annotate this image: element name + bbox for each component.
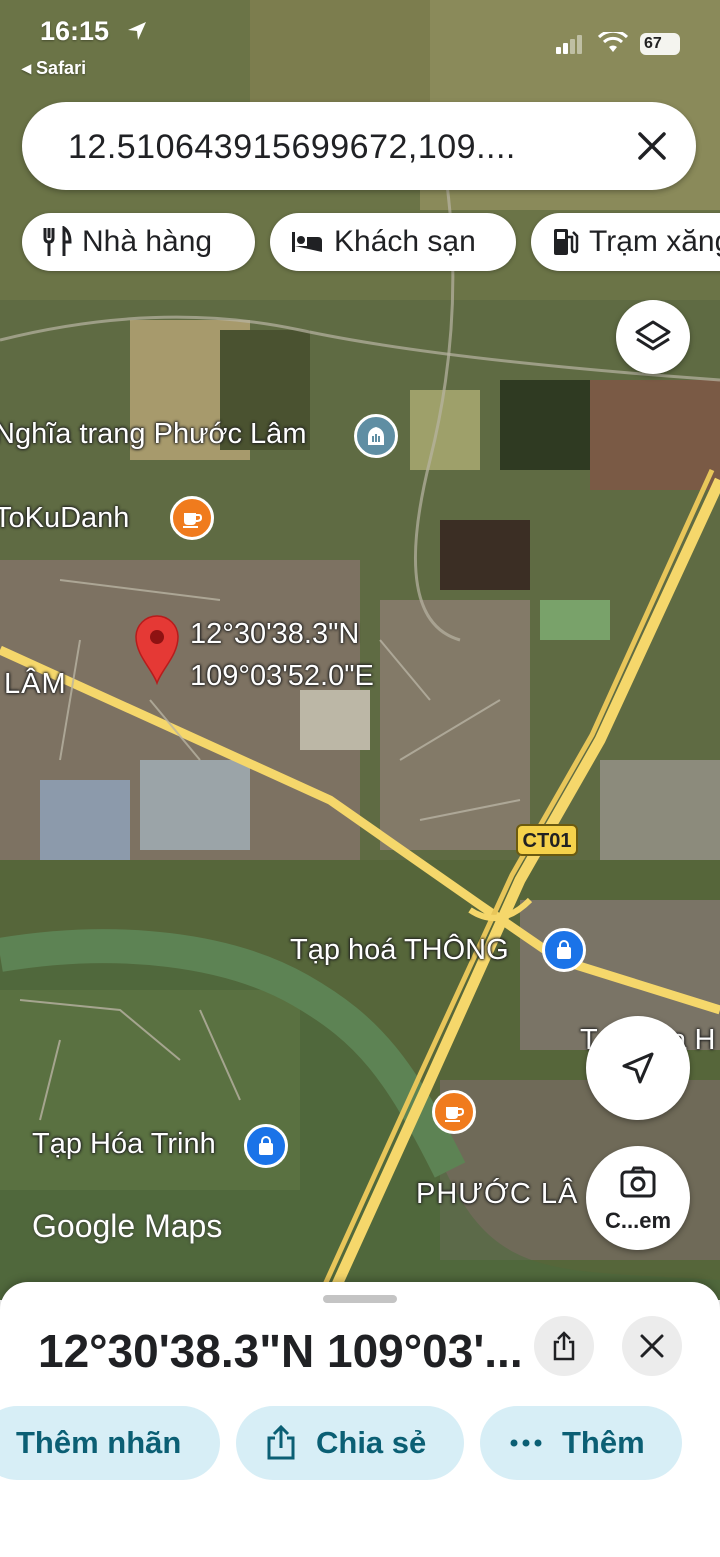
gas-station-icon [554, 229, 579, 255]
camera-icon [620, 1166, 656, 1198]
layers-icon [635, 320, 671, 351]
share-action-label: Chia sẻ [316, 1425, 427, 1460]
cemetery-poi-icon[interactable] [354, 414, 398, 458]
pin-latitude-label: 12°30'38.3"N [190, 618, 360, 650]
drag-handle[interactable] [323, 1295, 397, 1303]
label-cafe[interactable]: ToKuDanh [0, 502, 129, 535]
share-button[interactable] [534, 1316, 594, 1376]
chip-label: Khách sạn [334, 225, 476, 258]
back-app-label: Safari [36, 58, 87, 78]
chip-label: Nhà hàng [82, 225, 213, 258]
search-bar[interactable]: 12.510643915699672,109.... [22, 102, 696, 190]
share-icon [267, 1425, 295, 1460]
map-view[interactable]: 16:15 ◂ Safari 67 12.510643915699672,109… [0, 0, 720, 1300]
share-icon [553, 1331, 575, 1361]
label-shop-thong[interactable]: Tạp hoá THÔNG [290, 934, 509, 967]
more-icon [510, 1439, 542, 1447]
restaurant-icon [43, 226, 72, 256]
chip-gas-stations[interactable]: Trạm xăng [531, 213, 720, 271]
navigation-arrow-icon [622, 1052, 654, 1084]
more-label: Thêm [562, 1425, 645, 1460]
close-button[interactable] [622, 1316, 682, 1376]
label-area-left: LÂM [4, 668, 67, 700]
my-location-button[interactable] [586, 1016, 690, 1120]
cafe-poi-icon[interactable] [170, 496, 214, 540]
shopping-poi-icon[interactable] [244, 1124, 288, 1168]
wifi-icon [598, 32, 628, 52]
pin-longitude-label: 109°03'52.0"E [190, 660, 374, 692]
close-icon [640, 1334, 664, 1358]
add-label-button[interactable]: Thêm nhãn [0, 1406, 220, 1480]
bottom-sheet[interactable]: 12°30'38.3"N 109°03'... Thêm nhãn Chia s… [0, 1282, 720, 1557]
label-cemetery[interactable]: Nghĩa trang Phước Lâm [0, 418, 306, 451]
camera-caption: C...em [604, 1208, 672, 1233]
location-pin-icon[interactable] [134, 615, 180, 685]
status-bar: 16:15 ◂ Safari 67 [0, 0, 720, 90]
chip-hotels[interactable]: Khách sạn [270, 213, 516, 271]
shopping-poi-icon[interactable] [542, 928, 586, 972]
add-label-text: Thêm nhãn [16, 1425, 182, 1460]
lens-camera-button[interactable]: C...em [586, 1146, 690, 1250]
status-time: 16:15 [40, 16, 110, 46]
battery-indicator: 67 [640, 33, 680, 55]
layers-button[interactable] [616, 300, 690, 374]
place-title: 12°30'38.3"N 109°03'... [38, 1325, 523, 1377]
hotel-icon [292, 232, 322, 252]
share-action-button[interactable]: Chia sẻ [236, 1406, 464, 1480]
cafe-poi-icon[interactable] [432, 1090, 476, 1134]
google-maps-logo: Google Maps [32, 1208, 223, 1244]
back-to-safari[interactable]: ◂ Safari [22, 58, 86, 79]
chip-label: Trạm xăng [589, 225, 720, 258]
clear-search-icon[interactable] [636, 130, 668, 162]
search-query[interactable]: 12.510643915699672,109.... [68, 128, 516, 167]
chip-restaurants[interactable]: Nhà hàng [22, 213, 255, 271]
label-area-bottom: PHƯỚC LÂ [416, 1178, 579, 1210]
label-shop-trinh[interactable]: Tạp Hóa Trinh [32, 1128, 216, 1161]
more-button[interactable]: Thêm [480, 1406, 682, 1480]
location-services-icon [128, 22, 146, 40]
cellular-signal-icon [556, 35, 582, 54]
road-shield-ct01: CT01 [516, 824, 578, 856]
